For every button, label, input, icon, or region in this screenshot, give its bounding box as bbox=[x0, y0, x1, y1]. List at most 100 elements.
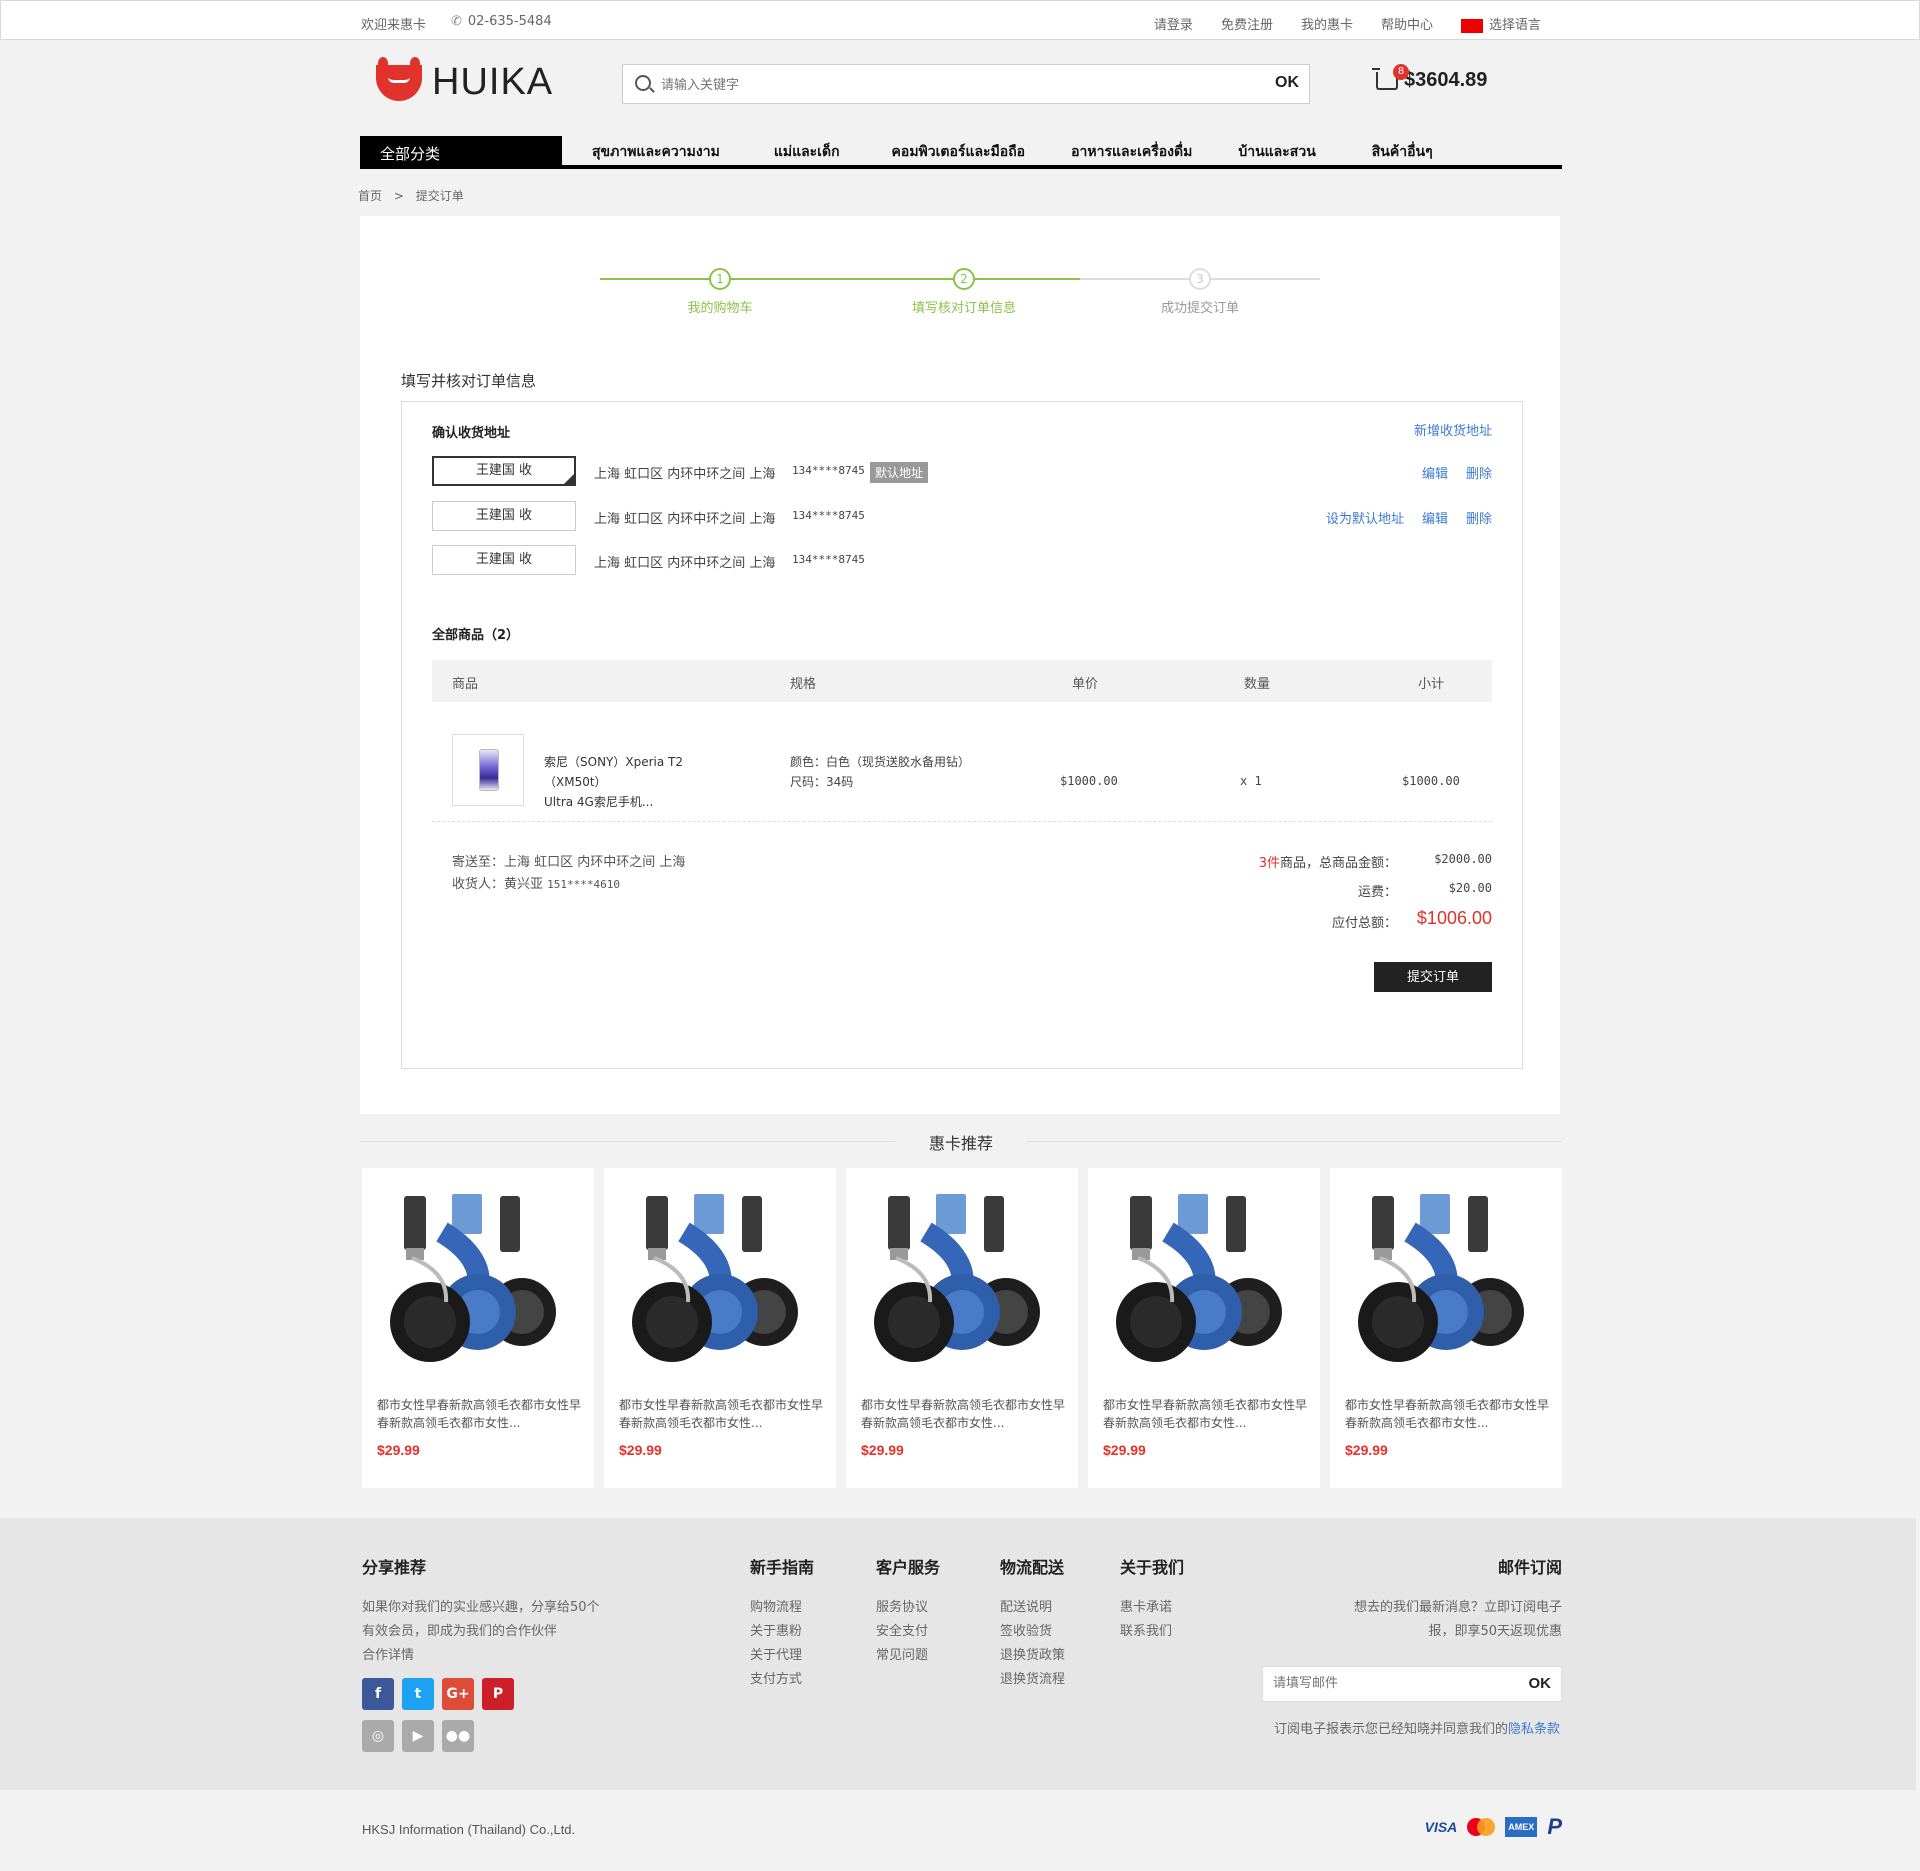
nav-item-computer-mobile[interactable]: คอมพิวเตอร์และมือถือ bbox=[892, 135, 1026, 165]
receiver: 收货人：黄兴亚 151****4610 bbox=[452, 874, 685, 896]
footer-link[interactable]: 安全支付 bbox=[876, 1620, 940, 1644]
edit-address-link[interactable]: 编辑 bbox=[1422, 508, 1448, 527]
google-plus-icon[interactable]: G+ bbox=[442, 1678, 474, 1710]
nav-item-food-drink[interactable]: อาหารและเครื่องดื่ม bbox=[1071, 135, 1192, 165]
nav-item-others[interactable]: สินค้าอื่นๆ bbox=[1372, 135, 1433, 165]
breadcrumb: 首页 > 提交订单 bbox=[358, 187, 464, 204]
product-card[interactable]: 都市女性早春新款高领毛衣都市女性早春新款高领毛衣都市女性... $29.99 bbox=[604, 1168, 836, 1488]
product-thumbnail[interactable] bbox=[452, 734, 524, 806]
footer-share-text: 如果你对我们的实业感兴趣，分享给50个 bbox=[362, 1600, 600, 1615]
top-utility-bar: 欢迎来惠卡 ✆ 02-635-5484 请登录 免费注册 我的惠卡 帮助中心 选… bbox=[0, 0, 1920, 40]
site-logo[interactable]: HUIKA bbox=[376, 56, 553, 104]
footer-link[interactable]: 支付方式 bbox=[750, 1668, 814, 1692]
quantity: x 1 bbox=[1240, 774, 1262, 788]
shipping-info: 寄送至：上海 虹口区 内环中环之间 上海 收货人：黄兴亚 151****4610 bbox=[452, 852, 685, 896]
search-button[interactable]: OK bbox=[1275, 74, 1299, 92]
nav-item-home-garden[interactable]: บ้านและสวน bbox=[1238, 135, 1315, 165]
product-card[interactable]: 都市女性早春新款高领毛衣都市女性早春新款高领毛衣都市女性... $29.99 bbox=[1330, 1168, 1562, 1488]
ship-to: 寄送至：上海 虹口区 内环中环之间 上海 bbox=[452, 855, 686, 870]
footer-link[interactable]: 关于惠粉 bbox=[750, 1620, 814, 1644]
product-price: $29.99 bbox=[861, 1442, 904, 1458]
address-row: 王建国 收 上海 虹口区 内环中环之间 上海 134****8745 设为默认地… bbox=[432, 501, 1492, 531]
footer-link[interactable]: 退换货流程 bbox=[1000, 1668, 1065, 1692]
subscribe-button[interactable]: OK bbox=[1529, 1675, 1552, 1692]
summary-goods-total: 3件商品，总商品金额： $2000.00 bbox=[1132, 852, 1492, 876]
all-categories-button[interactable]: 全部分类 bbox=[360, 136, 562, 168]
product-name[interactable]: 索尼（SONY）Xperia T2（XM50t） Ultra 4G索尼手机... bbox=[544, 752, 734, 812]
order-form-box: 确认收货地址 新增收货地址 王建国 收 上海 虹口区 内环中环之间 上海 134… bbox=[401, 401, 1523, 1069]
breadcrumb-home[interactable]: 首页 bbox=[358, 189, 382, 203]
mastercard-icon bbox=[1467, 1814, 1496, 1840]
footer-link[interactable]: 联系我们 bbox=[1120, 1620, 1184, 1644]
footer-link[interactable]: 退换货政策 bbox=[1000, 1644, 1065, 1668]
address-select-tag[interactable]: 王建国 收 bbox=[432, 456, 576, 486]
address-select-tag[interactable]: 王建国 收 bbox=[432, 545, 576, 575]
footer-share: 分享推荐 如果你对我们的实业感兴趣，分享给50个 有效会员，即成为我们的合作伙伴… bbox=[362, 1554, 600, 1752]
receiver-phone: 151****4610 bbox=[547, 878, 621, 891]
footer-link[interactable]: 签收验货 bbox=[1000, 1620, 1065, 1644]
add-address-link[interactable]: 新增收货地址 bbox=[1414, 420, 1492, 439]
legal-text: 订阅电子报表示您已经知晓并同意我们的 bbox=[1273, 1722, 1508, 1737]
pinterest-icon[interactable]: P bbox=[482, 1678, 514, 1710]
product-desc: 都市女性早春新款高领毛衣都市女性早春新款高领毛衣都市女性... bbox=[619, 1398, 824, 1430]
footer-link[interactable]: 购物流程 bbox=[750, 1596, 814, 1620]
product-price: $29.99 bbox=[1103, 1442, 1146, 1458]
cart-count-badge: 8 bbox=[1393, 63, 1409, 80]
step-label: 成功提交订单 bbox=[1160, 301, 1239, 316]
email-field[interactable] bbox=[1273, 1675, 1503, 1690]
edit-address-link[interactable]: 编辑 bbox=[1422, 463, 1448, 482]
product-card[interactable]: 都市女性早春新款高领毛衣都市女性早春新款高领毛衣都市女性... $29.99 bbox=[1088, 1168, 1320, 1488]
partner-details-link[interactable]: 合作详情 bbox=[362, 1644, 600, 1668]
product-price: $29.99 bbox=[619, 1442, 662, 1458]
footer-link[interactable]: 关于代理 bbox=[750, 1644, 814, 1668]
footer-newsletter: 邮件订阅 想去的我们最新消息？立即订阅电子 报，即享50天返现优惠 bbox=[1300, 1554, 1562, 1644]
nav-underline bbox=[360, 165, 1562, 169]
recommend-title: 惠卡推荐 bbox=[928, 1134, 993, 1153]
col-subtotal: 小计 bbox=[1418, 677, 1445, 692]
search-input[interactable] bbox=[661, 73, 1221, 95]
youtube-icon[interactable]: ▶ bbox=[402, 1720, 434, 1752]
cart-summary[interactable]: 8 $3604.89 bbox=[1372, 63, 1487, 92]
product-card[interactable]: 都市女性早春新款高领毛衣都市女性早春新款高领毛衣都市女性... $29.99 bbox=[846, 1168, 1078, 1488]
facebook-icon[interactable]: f bbox=[362, 1678, 394, 1710]
footer-link[interactable]: 配送说明 bbox=[1000, 1596, 1065, 1620]
footer-link[interactable]: 常见问题 bbox=[876, 1644, 940, 1668]
product-card[interactable]: 都市女性早春新款高领毛衣都市女性早春新款高领毛衣都市女性... $29.99 bbox=[362, 1168, 594, 1488]
my-huika-link[interactable]: 我的惠卡 bbox=[1301, 14, 1353, 33]
language-selector[interactable]: 选择语言 bbox=[1460, 14, 1541, 33]
payment-methods: VISA AMEX P bbox=[1425, 1814, 1562, 1840]
address-select-tag[interactable]: 王建国 收 bbox=[432, 501, 576, 531]
login-link[interactable]: 请登录 bbox=[1154, 14, 1193, 33]
twitter-icon[interactable]: t bbox=[402, 1678, 434, 1710]
welcome-text: 欢迎来惠卡 bbox=[361, 18, 427, 33]
step-label: 我的购物车 bbox=[687, 301, 753, 316]
flickr-icon[interactable]: ●● bbox=[442, 1720, 474, 1752]
receiver-name: 收货人：黄兴亚 bbox=[452, 877, 544, 892]
newsletter-title: 邮件订阅 bbox=[1497, 1558, 1562, 1577]
step-submit-success: 3 成功提交订单 bbox=[1130, 268, 1270, 316]
goods-table-header: 商品 规格 单价 数量 小计 bbox=[432, 660, 1492, 702]
help-center-link[interactable]: 帮助中心 bbox=[1381, 14, 1433, 33]
headphones-image bbox=[390, 1194, 556, 1362]
newsletter-text: 报，即享50天返现优惠 bbox=[1428, 1624, 1562, 1639]
nav-item-health-beauty[interactable]: สุขภาพและความงาม bbox=[592, 135, 720, 165]
footer-share-title: 分享推荐 bbox=[362, 1558, 427, 1577]
privacy-link[interactable]: 隐私条款 bbox=[1508, 1722, 1560, 1737]
address-phone: 134****8745 bbox=[792, 509, 865, 522]
site-footer: 分享推荐 如果你对我们的实业感兴趣，分享给50个 有效会员，即成为我们的合作伙伴… bbox=[0, 1518, 1916, 1790]
phone-text: 02-635-5484 bbox=[467, 14, 552, 29]
set-default-address-link[interactable]: 设为默认地址 bbox=[1326, 508, 1404, 527]
submit-order-button[interactable]: 提交订单 bbox=[1374, 962, 1492, 992]
register-link[interactable]: 免费注册 bbox=[1221, 14, 1273, 33]
nav-item-mother-baby[interactable]: แม่และเด็ก bbox=[774, 135, 840, 165]
instagram-icon[interactable]: ◎ bbox=[362, 1720, 394, 1752]
delete-address-link[interactable]: 删除 bbox=[1466, 508, 1492, 527]
delete-address-link[interactable]: 删除 bbox=[1466, 463, 1492, 482]
footer-link[interactable]: 服务协议 bbox=[876, 1596, 940, 1620]
unit-price: $1000.00 bbox=[1060, 774, 1118, 788]
search-bar: OK bbox=[622, 64, 1310, 104]
footer-link[interactable]: 惠卡承诺 bbox=[1120, 1596, 1184, 1620]
payable-value: $1006.00 bbox=[1416, 908, 1492, 928]
footer-col-title: 物流配送 bbox=[1000, 1558, 1065, 1577]
site-header: HUIKA OK 8 $3604.89 全部分类 สุขภาพและความงา… bbox=[0, 41, 1920, 219]
